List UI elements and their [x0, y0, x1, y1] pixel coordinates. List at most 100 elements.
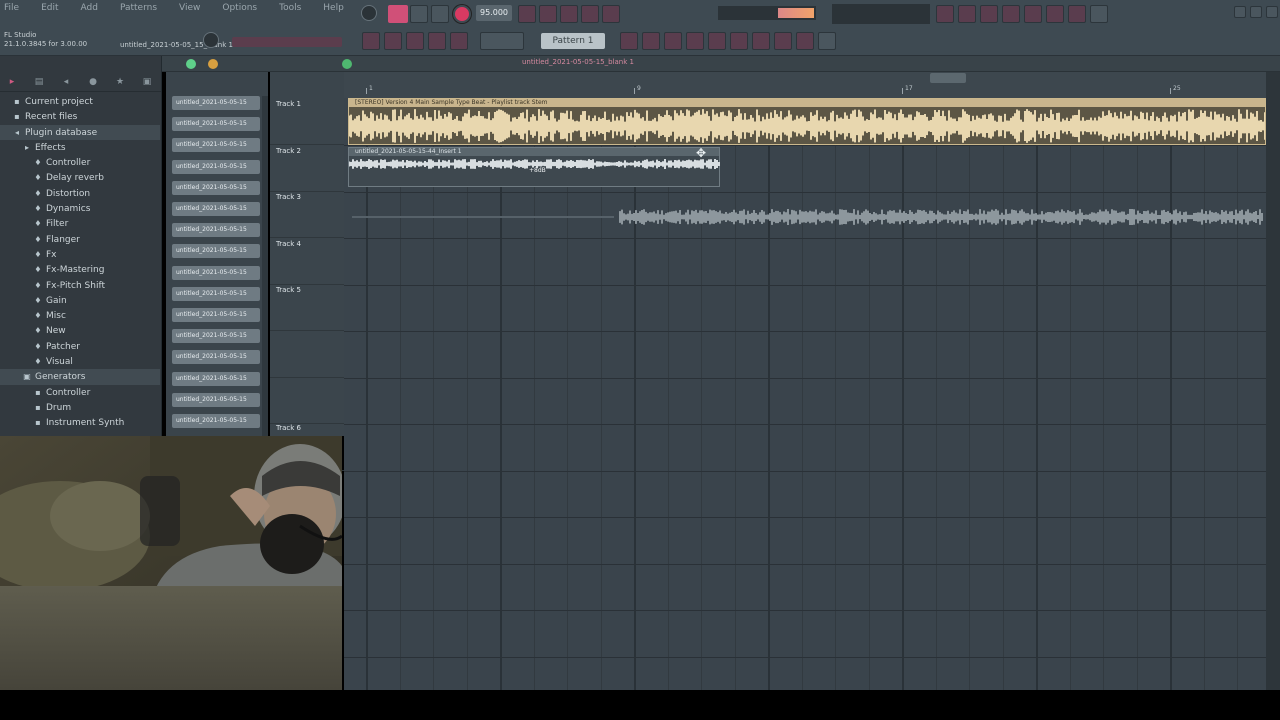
playlist-menu-icon[interactable] — [186, 59, 196, 69]
track-label[interactable]: Track 6 — [276, 424, 301, 432]
record-button[interactable] — [453, 5, 471, 23]
automation-clip-track3[interactable] — [344, 198, 1266, 236]
tool-button-1[interactable] — [384, 32, 402, 50]
playlist-play-icon[interactable] — [342, 59, 352, 69]
channel-button[interactable]: untitled_2021-05-05-15 — [172, 265, 260, 280]
channel-button[interactable]: untitled_2021-05-05-15 — [172, 308, 260, 322]
window-button-2[interactable] — [958, 5, 976, 23]
master-volume-knob[interactable] — [203, 32, 219, 48]
tool-button-3[interactable] — [428, 32, 446, 50]
channel-button[interactable]: untitled_2021-05-05-15 — [172, 202, 260, 216]
view-button-9[interactable] — [796, 32, 814, 50]
menu-help[interactable]: Help — [323, 3, 344, 13]
toolbar-button-5[interactable] — [602, 5, 620, 23]
browser-item[interactable]: ♦ Gain — [0, 293, 160, 308]
folder-icon[interactable]: ▤ — [33, 77, 45, 87]
view-button-2[interactable] — [642, 32, 660, 50]
menu-patterns[interactable]: Patterns — [120, 3, 157, 13]
options-icon[interactable]: ▣ — [141, 77, 153, 87]
menu-tools[interactable]: Tools — [279, 3, 301, 13]
browser-item[interactable]: ♦ Distortion — [0, 186, 160, 201]
browser-item[interactable]: ♦ Fx — [0, 247, 160, 262]
browser-item[interactable]: ♦ Fx-Mastering — [0, 262, 160, 277]
browser-item[interactable]: ▸ Effects — [0, 140, 160, 155]
channel-button[interactable]: untitled_2021-05-05-15 — [172, 223, 260, 238]
channel-button[interactable]: untitled_2021-05-05-15 — [172, 350, 260, 365]
browser-item[interactable]: ♦ Fx-Pitch Shift — [0, 278, 160, 293]
back-icon[interactable]: ◂ — [60, 77, 72, 87]
menu-options[interactable]: Options — [222, 3, 257, 13]
star-icon[interactable]: ★ — [114, 77, 126, 87]
menu-file[interactable]: File — [4, 3, 19, 13]
playlist-draw-icon[interactable] — [208, 59, 218, 69]
menu-add[interactable]: Add — [81, 3, 98, 13]
window-button-1[interactable] — [936, 5, 954, 23]
browser-item[interactable]: ▪ Drum — [0, 400, 160, 415]
snap-button[interactable] — [362, 32, 380, 50]
playlist-grid[interactable]: [STEREO] Version 4 Main Sample Type Beat… — [344, 98, 1266, 690]
window-button-7[interactable] — [1068, 5, 1086, 23]
snap-select[interactable] — [480, 32, 524, 50]
pattern-song-toggle[interactable] — [431, 5, 449, 23]
channel-button[interactable]: untitled_2021-05-05-15 — [172, 244, 260, 259]
maximize-button[interactable] — [1250, 6, 1262, 18]
browser-item[interactable]: ♦ Flanger — [0, 232, 160, 247]
vertical-scrollbar[interactable] — [1266, 72, 1280, 690]
browser-item[interactable]: ▪ Instrument Synth — [0, 415, 160, 430]
browser-item[interactable]: ♦ Visual — [0, 354, 160, 369]
minimize-button[interactable] — [1234, 6, 1246, 18]
toolbar-button-2[interactable] — [539, 5, 557, 23]
channel-button[interactable]: untitled_2021-05-05-15 — [172, 392, 260, 407]
browser-item[interactable]: ♦ Delay reverb — [0, 170, 160, 185]
browser-item[interactable]: ♦ Filter — [0, 216, 160, 231]
browser-item[interactable]: ◂ Plugin database — [0, 124, 160, 140]
stop-button[interactable] — [410, 5, 428, 23]
menu-edit[interactable]: Edit — [41, 3, 58, 13]
track-label[interactable]: Track 3 — [276, 193, 301, 201]
toolbar-button-1[interactable] — [518, 5, 536, 23]
window-button-6[interactable] — [1046, 5, 1064, 23]
tempo-display[interactable]: 95.000 — [476, 5, 512, 21]
window-button-5[interactable] — [1024, 5, 1042, 23]
audio-clip-vocal[interactable]: untitled_2021-05-05-15-44_Insert 1 +8dB — [348, 147, 720, 187]
master-pitch-knob[interactable] — [361, 5, 377, 21]
browser-item[interactable]: ▣ Generators — [0, 369, 160, 385]
close-button[interactable] — [1266, 6, 1278, 18]
view-button-10[interactable] — [818, 32, 836, 50]
channel-button[interactable]: untitled_2021-05-05-15 — [172, 414, 260, 428]
view-button-4[interactable] — [686, 32, 704, 50]
browser-item[interactable]: ♦ New — [0, 323, 160, 338]
channel-button[interactable]: untitled_2021-05-05-15 — [172, 286, 260, 301]
channel-button[interactable]: untitled_2021-05-05-15 — [172, 180, 260, 195]
toolbar-button-3[interactable] — [560, 5, 578, 23]
browser-item[interactable]: ▪ Current project — [0, 94, 160, 109]
channel-button[interactable]: untitled_2021-05-05-15 — [172, 371, 260, 386]
channel-button[interactable]: untitled_2021-05-05-15 — [172, 117, 260, 132]
refresh-icon[interactable]: ● — [87, 77, 99, 87]
window-button-4[interactable] — [1002, 5, 1020, 23]
channel-button[interactable]: untitled_2021-05-05-15 — [172, 96, 260, 110]
audio-clip-main[interactable]: [STEREO] Version 4 Main Sample Type Beat… — [348, 98, 1266, 145]
horizontal-scroll-thumb[interactable] — [930, 73, 966, 83]
view-button-7[interactable] — [752, 32, 770, 50]
browser-item[interactable]: ▪ Controller — [0, 385, 160, 400]
channel-button[interactable]: untitled_2021-05-05-15 — [172, 138, 260, 153]
browser-item[interactable]: ▪ Recent files — [0, 109, 160, 124]
view-button-6[interactable] — [730, 32, 748, 50]
view-button-5[interactable] — [708, 32, 726, 50]
timeline-ruler[interactable]: 1 9 17 25 — [344, 72, 1266, 98]
track-label[interactable]: Track 1 — [276, 100, 301, 108]
browser-item[interactable]: ♦ Dynamics — [0, 201, 160, 216]
collapse-icon[interactable]: ▸ — [6, 77, 18, 87]
tool-button-4[interactable] — [450, 32, 468, 50]
channel-button[interactable]: untitled_2021-05-05-15 — [172, 329, 260, 344]
toolbar-button-4[interactable] — [581, 5, 599, 23]
window-button-8[interactable] — [1090, 5, 1108, 23]
track-label[interactable]: Track 2 — [276, 147, 301, 155]
play-button[interactable] — [388, 5, 408, 23]
view-button-3[interactable] — [664, 32, 682, 50]
track-label[interactable]: Track 5 — [276, 286, 301, 294]
view-button-1[interactable] — [620, 32, 638, 50]
channel-scrollbar[interactable] — [262, 96, 268, 436]
track-label[interactable]: Track 4 — [276, 240, 301, 248]
